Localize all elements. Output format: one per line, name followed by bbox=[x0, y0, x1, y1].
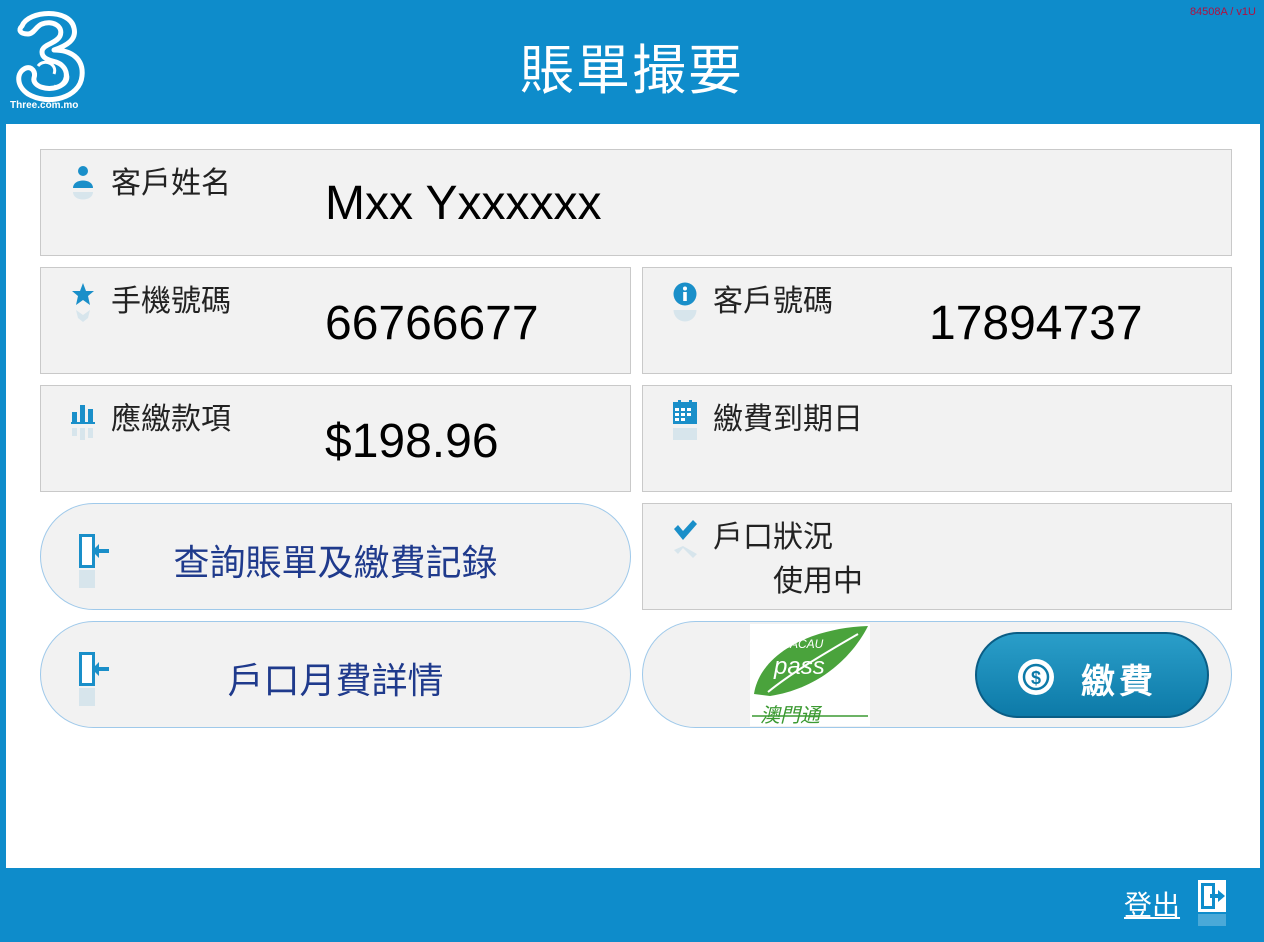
due-date-label: 繳費到期日 bbox=[713, 402, 863, 437]
pay-button[interactable]: $ 繳費 bbox=[975, 632, 1209, 718]
account-status-value: 使用中 bbox=[773, 564, 863, 599]
user-icon-reflection bbox=[73, 192, 93, 200]
payment-panel: MACAU pass 澳門通 $ 繳費 bbox=[642, 621, 1232, 728]
account-number-panel: 客戶號碼 17894737 bbox=[642, 267, 1232, 374]
bar-chart-icon bbox=[71, 405, 95, 424]
svg-text:pass: pass bbox=[773, 653, 825, 680]
account-status-panel: 戶口狀況 使用中 bbox=[642, 503, 1232, 610]
amount-due-panel: 應繳款項 $198.96 bbox=[40, 385, 631, 492]
phone-number-panel: 手機號碼 66766677 bbox=[40, 267, 631, 374]
info-icon-reflection bbox=[673, 310, 697, 322]
info-icon bbox=[673, 282, 697, 306]
main-content: 客戶姓名 Mxx Yxxxxxx 手機號碼 66766677 客戶號碼 1789… bbox=[6, 124, 1260, 868]
bill-history-button[interactable]: 查詢賬單及繳費記錄 bbox=[40, 503, 631, 610]
customer-name-label: 客戶姓名 bbox=[111, 166, 231, 201]
user-icon bbox=[73, 166, 93, 188]
svg-text:$: $ bbox=[1031, 668, 1041, 688]
monthly-fee-button[interactable]: 戶口月費詳情 bbox=[40, 621, 631, 728]
footer-bar bbox=[0, 868, 1264, 942]
amount-due-label: 應繳款項 bbox=[111, 402, 231, 437]
amount-due-value: $198.96 bbox=[325, 415, 499, 468]
check-icon bbox=[674, 520, 697, 540]
account-number-value: 17894737 bbox=[929, 297, 1143, 350]
customer-name-value: Mxx Yxxxxxx bbox=[325, 177, 602, 230]
macau-pass-logo: MACAU pass 澳門通 bbox=[750, 624, 870, 726]
pay-button-label: 繳費 bbox=[1081, 662, 1157, 702]
monthly-fee-label: 戶口月費詳情 bbox=[227, 661, 444, 702]
logout-icon[interactable] bbox=[1198, 880, 1226, 926]
bill-history-label: 查詢賬單及繳費記錄 bbox=[173, 543, 498, 584]
star-icon-reflection bbox=[76, 310, 90, 322]
svg-text:MACAU: MACAU bbox=[780, 637, 824, 651]
check-icon-reflection bbox=[674, 546, 697, 558]
page-title: 賬單撮要 bbox=[520, 39, 744, 102]
bar-chart-icon-reflection bbox=[72, 428, 93, 440]
dollar-coin-icon: $ bbox=[1018, 659, 1054, 695]
phone-number-label: 手機號碼 bbox=[111, 284, 231, 319]
account-status-label: 戶口狀況 bbox=[713, 520, 833, 555]
calendar-icon-reflection bbox=[673, 428, 697, 440]
header-bar: Three.com.mo 84508A / v1U 賬單撮要 bbox=[0, 0, 1264, 124]
due-date-panel: 繳費到期日 bbox=[642, 385, 1232, 492]
customer-name-panel: 客戶姓名 Mxx Yxxxxxx bbox=[40, 149, 1232, 256]
svg-text:澳門通: 澳門通 bbox=[760, 703, 823, 726]
version-label: 84508A / v1U bbox=[1189, 6, 1256, 18]
account-number-label: 客戶號碼 bbox=[713, 284, 833, 319]
calendar-icon bbox=[673, 400, 697, 424]
logout-link[interactable]: 登出 bbox=[1124, 884, 1180, 924]
star-icon bbox=[72, 283, 94, 305]
phone-number-value: 66766677 bbox=[325, 297, 539, 350]
